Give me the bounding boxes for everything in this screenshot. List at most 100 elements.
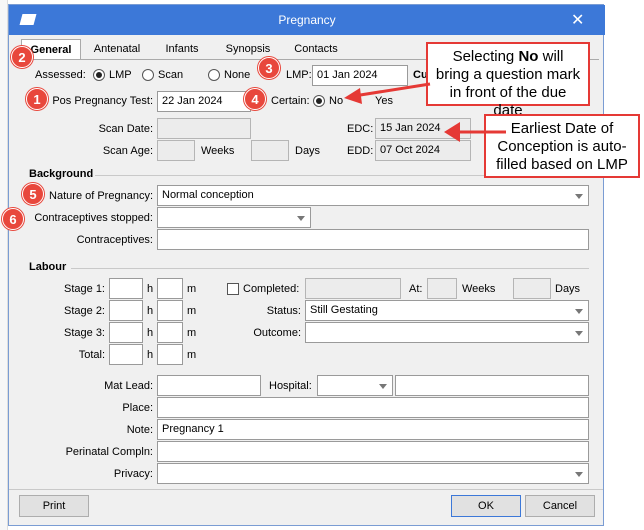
nature-select[interactable]: Normal conception xyxy=(157,185,589,206)
callout1-bold-word: No xyxy=(518,48,539,65)
hospital-select[interactable] xyxy=(317,375,393,396)
stage2-hours[interactable] xyxy=(109,300,143,321)
annotation-arrow-edc xyxy=(444,122,506,142)
total-minutes[interactable] xyxy=(157,344,183,365)
nature-value: Normal conception xyxy=(162,189,254,201)
total-m: m xyxy=(187,349,197,361)
perinatal-input[interactable] xyxy=(157,441,589,462)
hospital-label: Hospital: xyxy=(269,380,312,392)
chevron-down-icon xyxy=(575,331,583,336)
stage1-label: Stage 1: xyxy=(64,283,105,295)
print-button[interactable]: Print xyxy=(19,495,89,517)
note-input[interactable]: Pregnancy 1 xyxy=(157,419,589,440)
stage1-m: m xyxy=(187,283,197,295)
contraceptives-input[interactable] xyxy=(157,229,589,250)
annotation-badge-6: 6 xyxy=(2,208,24,230)
assessed-none-label: None xyxy=(224,69,251,81)
stage3-minutes[interactable] xyxy=(157,322,183,343)
privacy-label: Privacy: xyxy=(113,468,153,480)
completed-date-input[interactable] xyxy=(305,278,401,299)
stage2-h: h xyxy=(147,305,154,317)
pos-test-input[interactable]: 22 Jan 2024 xyxy=(157,91,251,112)
annotation-badge-3: 3 xyxy=(258,57,280,79)
callout2-text: Earliest Date of Conception is auto-fill… xyxy=(496,120,628,173)
stage1-hours[interactable] xyxy=(109,278,143,299)
stage3-m: m xyxy=(187,327,197,339)
annotation-badge-1: 1 xyxy=(26,88,48,110)
tab-antenatal[interactable]: Antenatal xyxy=(87,39,147,59)
total-h: h xyxy=(147,349,154,361)
scan-age-days-input[interactable] xyxy=(251,140,289,161)
chevron-down-icon xyxy=(379,384,387,389)
mat-lead-input[interactable] xyxy=(157,375,261,396)
scan-age-label: Scan Age: xyxy=(102,145,153,157)
stage1-h: h xyxy=(147,283,154,295)
assessed-none-radio[interactable] xyxy=(208,69,220,81)
window-title: Pregnancy xyxy=(278,13,336,27)
at-days-label: Days xyxy=(555,283,581,295)
total-hours[interactable] xyxy=(109,344,143,365)
scan-age-weeks-label: Weeks xyxy=(201,145,235,157)
privacy-select[interactable] xyxy=(157,463,589,484)
close-icon[interactable]: ✕ xyxy=(571,10,584,30)
outcome-select[interactable] xyxy=(305,322,589,343)
ok-button[interactable]: OK xyxy=(451,495,521,517)
stage2-m: m xyxy=(187,305,197,317)
certain-no-radio[interactable] xyxy=(313,95,325,107)
note-label: Note: xyxy=(126,424,153,436)
chevron-down-icon xyxy=(575,309,583,314)
tab-infants[interactable]: Infants xyxy=(157,39,207,59)
annotation-badge-2: 2 xyxy=(11,46,33,68)
stage1-minutes[interactable] xyxy=(157,278,183,299)
stage2-minutes[interactable] xyxy=(157,300,183,321)
scan-age-weeks-input[interactable] xyxy=(157,140,195,161)
at-weeks-input[interactable] xyxy=(427,278,457,299)
assessed-label: Assessed: xyxy=(35,69,86,81)
total-label: Total: xyxy=(78,349,105,361)
scan-age-days-label: Days xyxy=(295,145,321,157)
scan-date-input[interactable] xyxy=(157,118,251,139)
assessed-lmp-radio[interactable] xyxy=(93,69,105,81)
stage3-label: Stage 3: xyxy=(64,327,105,339)
certain-label: Certain: xyxy=(271,95,310,107)
outcome-label: Outcome: xyxy=(253,327,301,339)
hospital-input[interactable] xyxy=(395,375,589,396)
completed-checkbox[interactable] xyxy=(227,283,239,295)
tab-contacts[interactable]: Contacts xyxy=(287,39,345,59)
contra-stopped-label: Contraceptives stopped: xyxy=(34,212,153,224)
stage2-label: Stage 2: xyxy=(64,305,105,317)
chevron-down-icon xyxy=(575,472,583,477)
labour-divider xyxy=(71,268,589,269)
edd-label: EDD: xyxy=(347,145,374,157)
perinatal-label: Perinatal Compln: xyxy=(65,446,153,458)
edc-label: EDC: xyxy=(347,123,374,135)
title-bar: Pregnancy ✕ xyxy=(9,5,605,35)
place-label: Place: xyxy=(122,402,153,414)
place-input[interactable] xyxy=(157,397,589,418)
annotation-callout-no-question-mark: Selecting No will bring a question mark … xyxy=(426,42,590,119)
stage3-hours[interactable] xyxy=(109,322,143,343)
contraceptives-label: Contraceptives: xyxy=(76,234,153,246)
at-label: At: xyxy=(409,283,423,295)
chevron-down-icon xyxy=(297,216,305,221)
footer-divider xyxy=(9,489,603,490)
cancel-button[interactable]: Cancel xyxy=(525,495,595,517)
stage3-h: h xyxy=(147,327,154,339)
contra-stopped-select[interactable] xyxy=(157,207,311,228)
tab-synopsis[interactable]: Synopsis xyxy=(219,39,277,59)
status-value: Still Gestating xyxy=(310,304,378,316)
annotation-badge-4: 4 xyxy=(244,88,266,110)
at-weeks-label: Weeks xyxy=(462,283,496,295)
status-select[interactable]: Still Gestating xyxy=(305,300,589,321)
mat-lead-label: Mat Lead: xyxy=(104,380,153,392)
scan-date-label: Scan Date: xyxy=(98,123,153,135)
completed-label: Completed: xyxy=(243,283,300,295)
assessed-scan-radio[interactable] xyxy=(142,69,154,81)
status-label: Status: xyxy=(266,305,301,317)
assessed-lmp-label: LMP xyxy=(109,69,132,81)
labour-heading: Labour xyxy=(29,261,67,273)
at-days-input[interactable] xyxy=(513,278,551,299)
nature-label: Nature of Pregnancy: xyxy=(49,190,153,202)
annotation-arrow-certain xyxy=(344,82,431,104)
lmp-label: LMP: xyxy=(286,69,312,81)
